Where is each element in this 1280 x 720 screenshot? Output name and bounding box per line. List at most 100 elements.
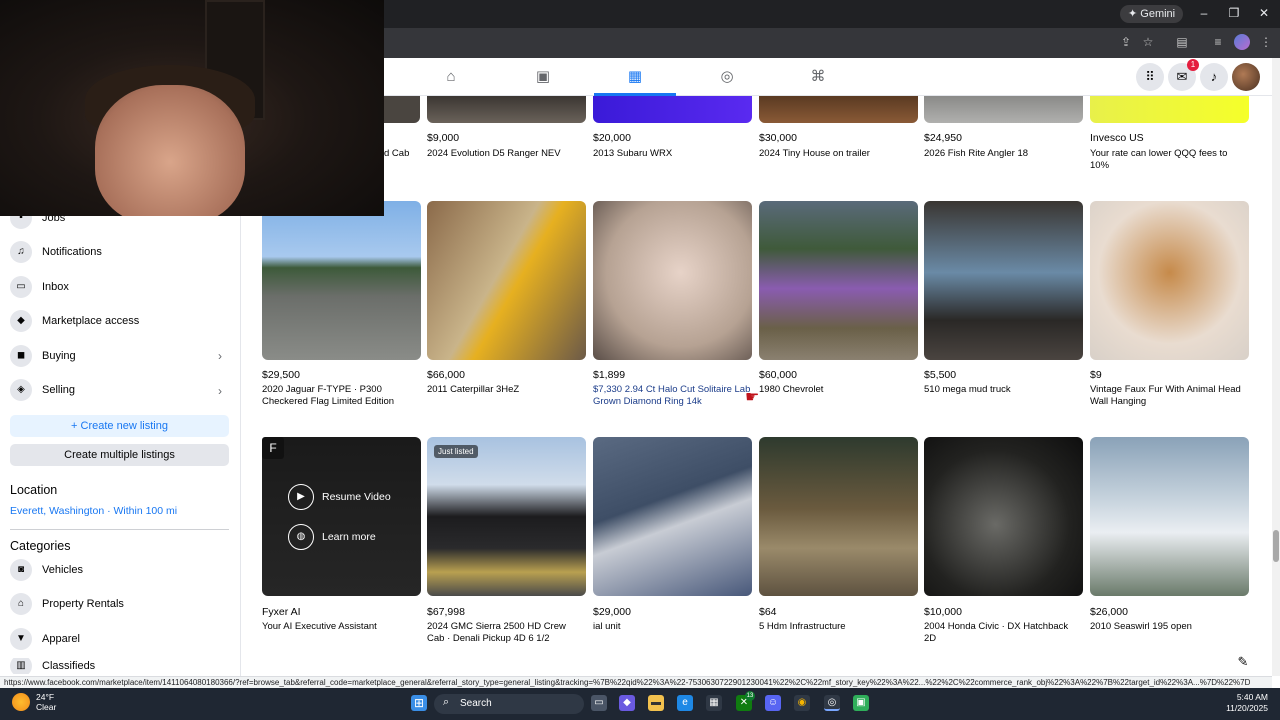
gaming-icon[interactable]: ⌘ (808, 68, 828, 86)
browser-profile-avatar[interactable] (1234, 34, 1250, 50)
page-scrollbar[interactable] (1272, 58, 1280, 676)
menu-grid-icon[interactable]: ⠿ (1136, 63, 1164, 91)
task-view-icon[interactable]: ▭ (591, 695, 607, 711)
sidebar-item-label: Buying (42, 350, 76, 362)
learn-more-button[interactable]: ◍ Learn more (288, 524, 376, 550)
listing-price: $24,950 (924, 132, 962, 144)
system-clock[interactable]: 5:40 AM 11/20/2025 (1200, 692, 1268, 714)
close-icon[interactable]: ✕ (1256, 6, 1272, 20)
side-panel-icon[interactable]: ▤ (1174, 35, 1190, 49)
taskbar-search[interactable]: Search (434, 694, 584, 714)
location-value-link[interactable]: Everett, Washington · Within 100 mi (10, 505, 177, 517)
copilot-icon[interactable]: ◆ (619, 695, 635, 711)
listing-photo[interactable] (593, 201, 752, 360)
sidebar-item-inbox[interactable]: ▭ Inbox (10, 272, 69, 302)
category-vehicles[interactable]: ◙ Vehicles (10, 555, 83, 585)
listing-title[interactable]: 2020 Jaguar F-TYPE · P300 Checkered Flag… (262, 384, 420, 408)
fb-profile-avatar[interactable] (1232, 63, 1260, 91)
listing-title[interactable]: ial unit (593, 621, 751, 633)
windows-start-icon[interactable]: ⊞ (411, 695, 427, 711)
store-icon[interactable]: ▦ (706, 695, 722, 711)
chevron-right-icon: › (218, 384, 222, 398)
sidebar-item-buying[interactable]: ◼ Buying (10, 341, 76, 371)
bookmark-star-icon[interactable]: ☆ (1140, 35, 1156, 49)
listing-photo[interactable] (593, 437, 752, 596)
gemini-button[interactable]: ✦ Gemini (1120, 5, 1184, 23)
listing-photo[interactable] (759, 437, 918, 596)
listing-photo[interactable] (427, 96, 586, 123)
sidebar-item-notifications[interactable]: ♫ Notifications (10, 237, 102, 267)
marketplace-icon[interactable]: ▦ (625, 68, 645, 86)
groups-icon[interactable]: ◎ (717, 68, 737, 86)
resume-video-button[interactable]: ▶ Resume Video (288, 484, 391, 510)
messaging-app-icon[interactable]: ▣ (853, 695, 869, 711)
install-app-icon[interactable]: ⇪ (1118, 35, 1134, 49)
create-multiple-listings-button[interactable]: Create multiple listings (10, 444, 229, 466)
listing-title[interactable]: $7,330 2.94 Ct Halo Cut Solitaire Lab Gr… (593, 384, 751, 408)
listing-price: $5,500 (924, 369, 957, 381)
listing-photo[interactable] (427, 437, 586, 596)
listing-photo[interactable] (593, 96, 752, 123)
listing-title[interactable]: 2013 Subaru WRX (593, 148, 751, 160)
sidebar-item-selling[interactable]: ◈ Selling (10, 375, 75, 405)
chrome-icon[interactable]: ◎ (824, 695, 840, 711)
sidebar-item-marketplace-access[interactable]: ◆ Marketplace access (10, 306, 139, 336)
classifieds-icon: ▥ (10, 658, 32, 674)
ad-headline[interactable]: Your AI Executive Assistant (262, 621, 420, 633)
listing-photo[interactable] (1090, 96, 1249, 123)
listing-photo[interactable] (759, 201, 918, 360)
game-launcher-icon[interactable]: ◉ (794, 695, 810, 711)
sparkle-icon: ✦ (1128, 8, 1141, 20)
listing-photo[interactable] (924, 201, 1083, 360)
listing-photo[interactable] (427, 201, 586, 360)
listing-title[interactable]: 2024 Tiny House on trailer (759, 148, 917, 160)
category-property-rentals[interactable]: ⌂ Property Rentals (10, 589, 124, 619)
file-explorer-icon[interactable]: ▬ (648, 695, 664, 711)
ad-headline[interactable]: Your rate can lower QQQ fees to 10% (1090, 148, 1248, 172)
listing-price: $20,000 (593, 132, 631, 144)
home-icon[interactable]: ⌂ (441, 68, 461, 86)
listing-title[interactable]: 2004 Honda Civic · DX Hatchback 2D (924, 621, 1082, 645)
listing-photo[interactable] (759, 96, 918, 123)
compose-message-icon[interactable]: ✎ (1231, 650, 1255, 674)
listing-title[interactable]: 2024 GMC Sierra 2500 HD Crew Cab · Denal… (427, 621, 585, 645)
listing-title[interactable]: Vintage Faux Fur With Animal Head Wall H… (1090, 384, 1248, 408)
sidebar-item-label: Marketplace access (42, 315, 140, 327)
listing-photo[interactable] (1090, 437, 1249, 596)
create-new-listing-button[interactable]: + Create new listing (10, 415, 229, 437)
listing-photo[interactable] (1090, 201, 1249, 360)
bell-icon: ♫ (10, 241, 32, 263)
listing-photo[interactable] (924, 437, 1083, 596)
category-classifieds[interactable]: ▥ Classifieds (10, 658, 95, 674)
discord-icon[interactable]: ☺ (765, 695, 781, 711)
kebab-menu-icon[interactable]: ⋮ (1258, 35, 1274, 49)
listing-photo[interactable] (384, 96, 420, 123)
just-listed-badge: Just listed (434, 445, 478, 458)
edge-icon[interactable]: e (677, 695, 693, 711)
listing-price: $9,000 (427, 132, 460, 144)
mouse-pointer-icon: ☛ (745, 389, 760, 406)
scrollbar-thumb[interactable] (1273, 530, 1279, 562)
notifications-bell-icon[interactable]: ♪ (1200, 63, 1228, 91)
listing-price: $29,000 (593, 606, 631, 618)
listing-price: $10,000 (924, 606, 962, 618)
listing-photo[interactable] (262, 201, 421, 360)
category-apparel[interactable]: ▼ Apparel (10, 624, 80, 654)
listing-title[interactable]: 2011 Caterpillar 3HeZ (427, 384, 585, 396)
listing-title[interactable]: 5 Hdm Infrastructure (759, 621, 917, 633)
ad-video-thumbnail[interactable] (262, 437, 421, 596)
minimize-icon[interactable]: – (1196, 6, 1212, 20)
bag-icon: ◼ (10, 345, 32, 367)
tab-search-icon[interactable]: ≡ (1210, 35, 1226, 49)
listing-title[interactable]: 2026 Fish Rite Angler 18 (924, 148, 1082, 160)
listing-title[interactable]: 2024 Evolution D5 Ranger NEV (427, 148, 585, 160)
listing-title[interactable]: 1980 Chevrolet (759, 384, 917, 396)
restore-icon[interactable]: ❐ (1226, 6, 1242, 20)
weather-widget[interactable]: 24°F Clear (12, 692, 56, 712)
gemini-label: Gemini (1140, 8, 1176, 20)
listing-title[interactable]: 510 mega mud truck (924, 384, 1082, 396)
video-icon[interactable]: ▣ (533, 68, 553, 86)
listing-title[interactable]: d Cab (384, 148, 420, 160)
listing-photo[interactable] (924, 96, 1083, 123)
listing-title[interactable]: 2010 Seaswirl 195 open (1090, 621, 1248, 633)
